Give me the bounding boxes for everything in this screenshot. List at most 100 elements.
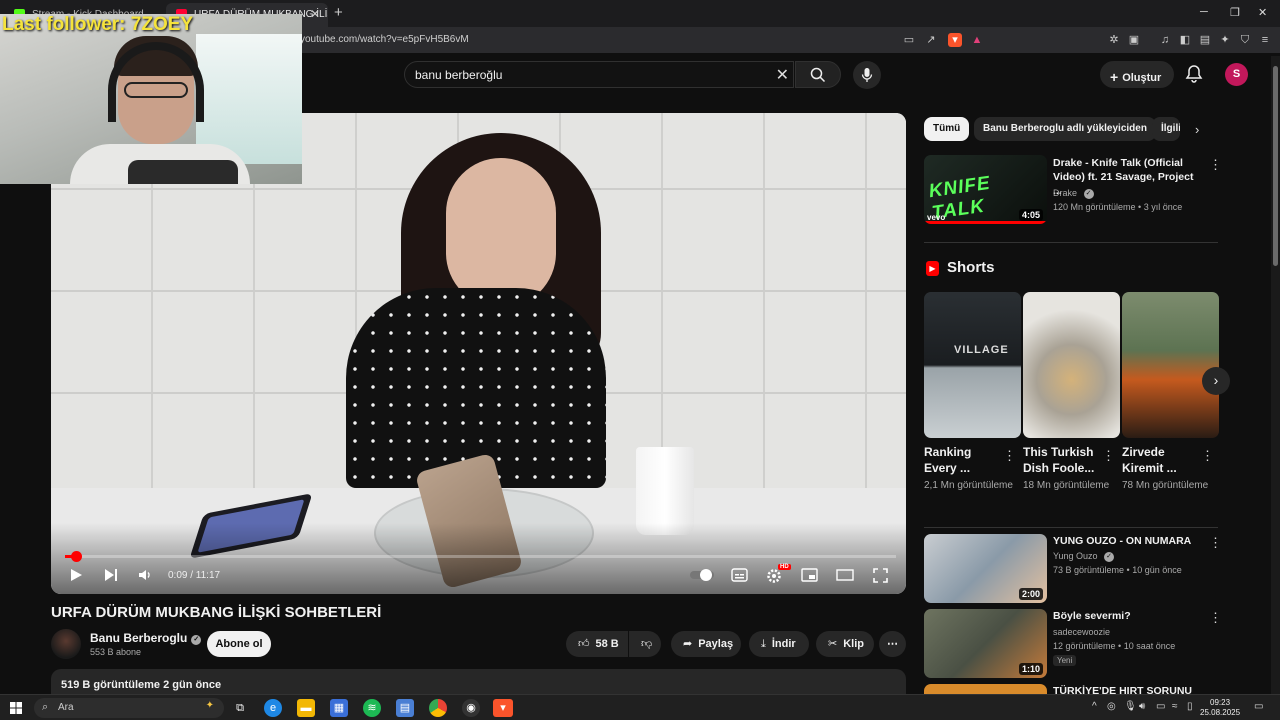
short-views: 18 Mn görüntüleme xyxy=(1023,480,1110,491)
channel-avatar[interactable] xyxy=(51,629,81,659)
related-video-title[interactable]: YUNG OUZO - ON NUMARA xyxy=(1053,534,1203,548)
more-vertical-icon[interactable]: ⋮ xyxy=(1201,448,1214,464)
tray-volume-icon[interactable]: 🔊︎ xyxy=(1139,701,1145,712)
play-icon[interactable] xyxy=(69,568,83,582)
vpn-icon[interactable]: ⛉ xyxy=(1238,33,1252,47)
new-tab-icon[interactable]: + xyxy=(334,4,343,21)
leo-ai-icon[interactable]: ✦ xyxy=(1218,33,1232,47)
video-player[interactable]: 0:09 / 11:17 HD xyxy=(51,113,906,594)
chevron-right-icon[interactable]: › xyxy=(1195,122,1199,137)
search-icon xyxy=(810,67,826,83)
channel-name[interactable]: Banu Berberoglu ✓ xyxy=(90,631,202,645)
short-title[interactable]: This Turkish Dish Foole... xyxy=(1023,444,1101,476)
media-icon[interactable]: ♫ xyxy=(1158,33,1172,47)
short-title[interactable]: Zirvede Kiremit ... xyxy=(1122,444,1200,476)
user-avatar[interactable]: S xyxy=(1225,63,1248,86)
voice-search-button[interactable] xyxy=(853,61,881,89)
edge-browser-icon[interactable]: e xyxy=(264,699,282,717)
calculator-icon[interactable]: ▤ xyxy=(396,699,414,717)
theater-mode-icon[interactable] xyxy=(836,568,854,582)
tray-wifi-icon[interactable]: ≈ xyxy=(1172,701,1178,712)
progress-scrubber[interactable] xyxy=(70,551,82,562)
next-video-icon[interactable] xyxy=(104,568,118,582)
short-thumbnail[interactable] xyxy=(1023,292,1120,438)
store-icon[interactable]: ▦ xyxy=(330,699,348,717)
short-views: 2,1 Mn görüntüleme xyxy=(924,480,1013,491)
close-tab-icon[interactable]: ✕ xyxy=(310,7,320,21)
related-video-thumbnail[interactable] xyxy=(924,684,1047,694)
volume-icon[interactable] xyxy=(138,568,152,582)
more-vertical-icon[interactable]: ⋮ xyxy=(1209,535,1222,551)
more-vertical-icon[interactable]: ⋮ xyxy=(1209,157,1222,173)
share-icon[interactable]: ↗ xyxy=(924,33,938,47)
close-window-icon[interactable]: ✕ xyxy=(1258,6,1267,19)
brave-shield-icon[interactable]: ▾ xyxy=(948,33,962,47)
more-vertical-icon[interactable]: ⋮ xyxy=(1003,448,1016,464)
short-thumbnail[interactable]: VILLAGE xyxy=(924,292,1021,438)
chip-related[interactable]: İlgili xyxy=(1152,117,1180,141)
related-video-title[interactable]: TÜRKİYE'DE HIRT SORUNU xyxy=(1053,684,1203,694)
more-vertical-icon[interactable]: ⋮ xyxy=(1102,448,1115,464)
shorts-heading: Shorts xyxy=(947,259,995,276)
spotify-icon[interactable]: ≋ xyxy=(363,699,381,717)
subscribe-button[interactable]: Abone ol xyxy=(207,631,271,657)
tray-chevron-icon[interactable]: ^ xyxy=(1092,701,1097,712)
more-actions-button[interactable]: ⋯ xyxy=(879,631,906,657)
dislike-button[interactable]: 👎︎ xyxy=(629,631,661,657)
share-button[interactable]: ➦ Paylaş xyxy=(671,631,741,657)
taskbar-clock[interactable]: 09:23 25.08.2025 xyxy=(1200,698,1240,718)
video-duration: 2:00 xyxy=(1018,588,1043,600)
subtitles-icon[interactable] xyxy=(731,568,748,582)
restore-icon[interactable]: ❐ xyxy=(1230,6,1240,19)
video-frame-person-face xyxy=(446,158,556,308)
page-scrollbar[interactable] xyxy=(1271,56,1280,694)
minimize-icon[interactable]: ─ xyxy=(1200,6,1208,18)
search-input[interactable]: banu berberoğlu ✕ xyxy=(404,61,794,88)
tray-network-icon[interactable]: ▭ xyxy=(1156,701,1165,712)
settings-gear-icon[interactable] xyxy=(766,568,782,584)
notification-center-icon[interactable]: ▭ xyxy=(1254,701,1263,712)
shorts-next-button[interactable]: › xyxy=(1202,367,1230,395)
download-button[interactable]: ⤓ İndir xyxy=(749,631,809,657)
scrollbar-thumb[interactable] xyxy=(1273,66,1278,266)
cast-icon[interactable]: ▭ xyxy=(902,33,916,47)
menu-icon[interactable]: ≡ xyxy=(1258,33,1272,47)
miniplayer-icon[interactable] xyxy=(801,568,818,582)
chip-from-uploader[interactable]: Banu Berberoglu adlı yükleyiciden xyxy=(974,117,1156,141)
related-video-title[interactable]: Böyle severmi? xyxy=(1053,609,1203,623)
related-video-thumbnail[interactable]: KNIFE TALK vevo 4:05 xyxy=(924,155,1047,224)
clip-button[interactable]: ✂ Klip xyxy=(816,631,874,657)
task-view-icon[interactable]: ⧉ xyxy=(231,699,249,717)
more-vertical-icon[interactable]: ⋮ xyxy=(1209,610,1222,626)
related-video-thumbnail[interactable]: 1:10 xyxy=(924,609,1047,678)
tray-mic-icon[interactable]: 🎙︎ xyxy=(1124,701,1137,712)
obs-icon[interactable]: ◉ xyxy=(462,699,480,717)
short-thumbnail[interactable] xyxy=(1122,292,1219,438)
progress-bar[interactable] xyxy=(65,551,896,562)
extensions-icon[interactable]: ✲ xyxy=(1107,33,1121,47)
like-button[interactable]: 👍︎ 58 B xyxy=(566,631,628,657)
tray-app-icon[interactable]: ◎ xyxy=(1107,701,1116,712)
chrome-icon[interactable] xyxy=(429,699,447,717)
chip-all[interactable]: Tümü xyxy=(924,117,970,141)
brave-rewards-icon[interactable]: ▲ xyxy=(970,33,984,47)
short-title[interactable]: Ranking Every ... xyxy=(924,444,1002,476)
thumbs-up-icon: 👍︎ xyxy=(578,638,590,650)
windows-start-icon[interactable] xyxy=(10,702,22,714)
related-video-thumbnail[interactable]: 2:00 xyxy=(924,534,1047,603)
autoplay-toggle-icon[interactable] xyxy=(689,568,715,582)
screenshot-icon[interactable]: ▣ xyxy=(1127,33,1141,47)
fullscreen-icon[interactable] xyxy=(873,568,888,583)
file-explorer-icon[interactable]: ▬ xyxy=(297,699,315,717)
taskbar-search-input[interactable]: ⌕ Ara ✦ xyxy=(34,698,224,718)
brave-browser-icon[interactable]: ▾ xyxy=(493,699,513,717)
sidebar-icon[interactable]: ◧ xyxy=(1178,33,1192,47)
wallet-icon[interactable]: ▤ xyxy=(1198,33,1212,47)
url-field[interactable]: youtube.com/watch?v=e5pFvH5B6vM xyxy=(300,34,469,45)
verified-check-icon: ✓ xyxy=(1104,552,1115,562)
search-button[interactable] xyxy=(795,61,841,88)
notifications-bell-icon[interactable] xyxy=(1184,64,1204,84)
tray-battery-icon[interactable]: ▯ xyxy=(1187,701,1193,712)
clear-search-icon[interactable]: ✕ xyxy=(776,65,789,85)
create-button[interactable]: + Oluştur xyxy=(1100,61,1174,88)
